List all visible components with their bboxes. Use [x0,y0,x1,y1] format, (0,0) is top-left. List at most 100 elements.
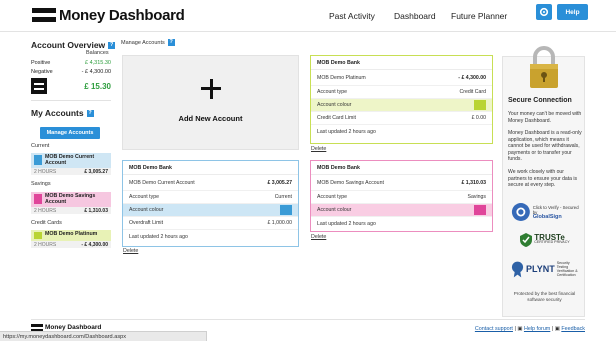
sidebar-account-savings[interactable]: MOB Demo Savings Account 2 HOURS £ 1,310.… [31,192,111,214]
account-colour-strip [34,232,42,239]
contact-support-link[interactable]: Contact support [475,326,513,332]
negative-label: Negative [31,69,53,75]
logo-mark-icon [31,324,43,331]
account-name: MOB Demo Savings Account [45,193,96,205]
add-new-account-card[interactable]: Add New Account [122,55,299,150]
bank-name: MOB Demo Bank [123,161,298,175]
account-type-value[interactable]: Savings [468,194,486,200]
feedback-icon: ▣ [554,326,560,332]
secure-text-1: Your money can't be moved with Money Das… [508,111,582,124]
account-type-value[interactable]: Current [275,194,292,200]
browser-status-bar: https://my.moneydashboard.com/Dashboard.… [0,331,207,341]
help-forum-icon: ▣ [517,326,523,332]
manage-accounts-heading: Manage Accounts [121,39,165,46]
app-logo[interactable]: Money Dashboard [32,6,185,24]
account-card-current: MOB Demo Bank MOB Demo Current Account £ … [122,160,299,247]
help-forum-link[interactable]: Help forum [524,326,550,332]
account-colour-label: Account colour [317,102,352,108]
account-amount: £ 3,005.27 [84,168,108,175]
credit-limit-value[interactable]: £ 0.00 [472,115,486,121]
total-balance-row: £ 15.30 [31,78,111,94]
globalsign-icon [511,203,530,221]
padlock-icon [530,46,558,88]
badge-subtitle: CERTIFIED PRIVACY [534,240,570,244]
account-card-platinum: MOB Demo Bank MOB Demo Platinum - £ 4,300… [310,55,493,144]
bank-name: MOB Demo Bank [311,161,492,175]
account-type-label: Account type [317,194,347,200]
secure-text-2: Money Dashboard is a read-only applicati… [508,130,582,163]
globalsign-badge[interactable]: Click to Verify - Secured by GlobalSign [511,201,579,223]
account-amount: - £ 4,300.00 [81,241,108,248]
plynt-badge[interactable]: PLYNT Security Testing Verification & Ce… [511,260,579,278]
overdraft-limit-label: Overdraft Limit [129,220,164,226]
last-updated: Last updated 2 hours ago [129,233,188,240]
badge-subtitle: Click to Verify - Secured by [532,204,579,215]
account-amount: £ 1,310.03 [84,207,108,214]
manage-accounts-button[interactable]: Manage Accounts [40,127,100,139]
account-name: MOB Demo Platinum [45,231,98,237]
footer-logo[interactable]: Money Dashboard [31,324,101,331]
logo-mark-icon [32,8,56,22]
colour-swatch[interactable] [474,205,486,215]
group-label-savings: Savings [31,181,51,187]
help-question-icon[interactable]: ? [108,42,116,50]
account-colour-strip [34,155,42,165]
negative-balance-row: Negative - £ 4,300.00 [31,69,111,75]
last-updated: Last updated 2 hours ago [317,128,376,135]
help-button[interactable]: Help [557,4,588,20]
footer-links: Contact support | ▣ Help forum | ▣ Feedb… [475,326,585,332]
delete-link[interactable]: Delete [311,234,326,240]
top-header: Money Dashboard Past Activity Dashboard … [0,0,616,32]
footer-logo-text: Money Dashboard [45,324,102,331]
colour-swatch[interactable] [474,100,486,110]
manage-accounts-title: Manage Accounts? [121,39,175,46]
account-type-value[interactable]: Credit Card [459,89,486,95]
feedback-link[interactable]: Feedback [561,326,585,332]
nav-dashboard[interactable]: Dashboard [394,11,436,21]
account-colour-strip [34,194,42,204]
account-name: MOB Demo Current Account [129,179,195,186]
negative-value: - £ 4,300.00 [81,69,111,75]
badge-subtitle: Security Testing Verification & Certific… [556,260,578,278]
account-name: MOB Demo Current Account [45,154,95,166]
account-overview-title: Account Overview? [31,40,116,50]
protected-text: Protected by the best financial software… [513,291,576,302]
footer-divider [31,319,585,320]
bank-name: MOB Demo Bank [311,56,492,70]
group-label-credit-cards: Credit Cards [31,220,62,226]
sidebar-divider [31,100,111,101]
positive-value: £ 4,315.30 [85,60,111,66]
plynt-seal-icon [511,261,524,278]
balances-header: Balances [86,50,109,56]
account-balance: £ 3,005.27 [267,179,292,186]
nav-future-planner[interactable]: Future Planner [451,11,507,21]
secure-connection-panel: Secure Connection Your money can't be mo… [502,46,585,317]
credit-limit-label: Credit Card Limit [317,115,356,121]
sidebar-account-credit[interactable]: MOB Demo Platinum 2 HOURS - £ 4,300.00 [31,230,111,248]
help-question-icon[interactable]: ? [86,110,94,118]
group-label-current: Current [31,143,50,149]
total-value: £ 15.30 [84,82,111,91]
settings-button[interactable] [536,4,552,20]
account-name: MOB Demo Platinum [317,74,366,81]
logo-text: Money Dashboard [59,6,185,24]
account-name: MOB Demo Savings Account [317,179,384,186]
colour-swatch[interactable] [280,205,292,215]
delete-link[interactable]: Delete [123,248,138,254]
help-question-icon[interactable]: ? [167,39,175,46]
gear-icon [539,7,549,17]
account-colour-label: Account colour [129,207,164,213]
account-balance: - £ 4,300.00 [458,74,486,81]
account-colour-label: Account colour [317,207,352,213]
account-balance: £ 1,310.03 [461,179,486,186]
account-age: 2 HOURS [34,168,57,175]
sidebar-account-current[interactable]: MOB Demo Current Account 2 HOURS £ 3,005.… [31,153,111,175]
account-card-savings: MOB Demo Bank MOB Demo Savings Account £ … [310,160,493,232]
nav-past-activity[interactable]: Past Activity [329,11,375,21]
my-accounts-title: My Accounts? [31,108,94,118]
account-age: 2 HOURS [34,207,57,214]
delete-link[interactable]: Delete [311,146,326,152]
truste-badge[interactable]: TRUSTe CERTIFIED PRIVACY [511,233,579,247]
overdraft-limit-value[interactable]: £ 1,000.00 [267,220,292,226]
last-updated: Last updated 2 hours ago [317,220,376,227]
